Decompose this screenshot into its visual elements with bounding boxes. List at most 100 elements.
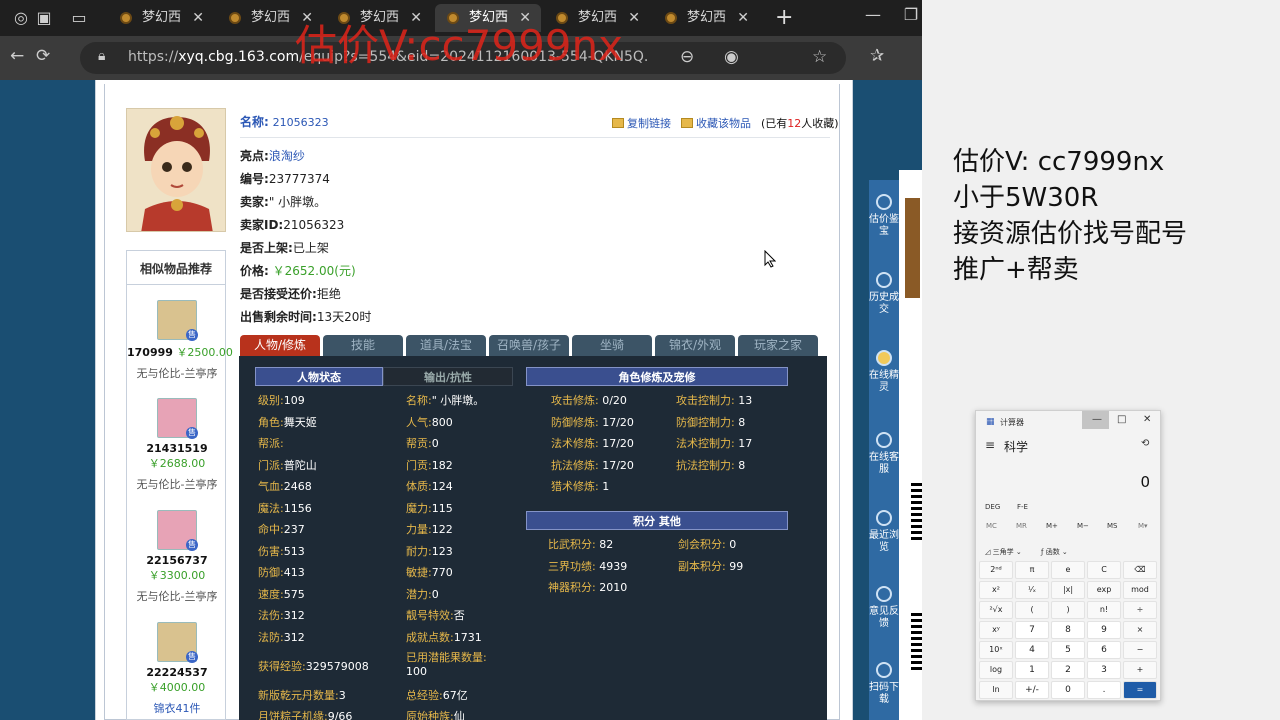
calc-key[interactable]: +/- — [1015, 681, 1049, 699]
close-icon[interactable]: ✕ — [1143, 414, 1151, 425]
recommend-item[interactable]: 售 170999 ￥2500.00 无与伦比-兰亭序 — [127, 300, 233, 381]
side-toolbar: 估价鉴宝 历史成交 在线精灵 在线客服 最近浏览 意见反馈 扫码下载 — [869, 180, 899, 720]
recommend-thumb[interactable]: 售 — [157, 510, 198, 551]
tab-summons[interactable]: 召唤兽/孩子 — [489, 335, 569, 356]
calc-key[interactable]: ln — [979, 681, 1013, 699]
calc-key[interactable]: 5 — [1051, 641, 1085, 659]
calc-key[interactable]: C — [1087, 561, 1121, 579]
tool-qr-download[interactable]: 扫码下载 — [869, 662, 899, 706]
calc-key[interactable]: log — [979, 661, 1013, 679]
profile-icon[interactable]: ◎ — [10, 7, 32, 29]
tool-online-sprite[interactable]: 在线精灵 — [869, 350, 899, 394]
refresh-icon[interactable]: ⟳ — [36, 46, 50, 66]
mlist-button[interactable]: M▾ — [1138, 522, 1148, 530]
favorite-item-button[interactable]: 收藏该物品 — [681, 115, 751, 131]
function-dropdown[interactable]: ƒ 函数 ⌄ — [1041, 547, 1068, 557]
calc-key[interactable]: 6 — [1087, 641, 1121, 659]
game-banner-image[interactable] — [905, 198, 920, 298]
calc-key[interactable]: 1 — [1015, 661, 1049, 679]
ms-button[interactable]: MS — [1107, 522, 1117, 530]
new-tab-icon[interactable]: + — [775, 5, 793, 30]
recommend-thumb[interactable]: 售 — [157, 622, 198, 663]
calc-key[interactable]: . — [1087, 681, 1121, 699]
tool-online-service[interactable]: 在线客服 — [869, 432, 899, 476]
mplus-button[interactable]: M+ — [1046, 522, 1058, 530]
favorite-star-icon[interactable]: ☆ — [812, 47, 827, 67]
tab-character[interactable]: 人物/修炼 — [240, 335, 320, 356]
calc-key[interactable]: − — [1123, 641, 1157, 659]
item-name-value[interactable]: 21056323 — [273, 116, 329, 129]
lock-icon[interactable]: 🔒︎ — [98, 48, 105, 64]
tool-recent[interactable]: 最近浏览 — [869, 510, 899, 554]
recommend-item[interactable]: 售 22224537 ￥4000.00 锦衣41件 — [127, 622, 227, 716]
calc-key[interactable]: 7 — [1015, 621, 1049, 639]
fe-button[interactable]: F-E — [1017, 503, 1028, 511]
tool-appraise[interactable]: 估价鉴宝 — [869, 194, 899, 238]
page-scroll-area[interactable] — [853, 80, 869, 720]
tab-mounts[interactable]: 坐骑 — [572, 335, 652, 356]
restore-icon[interactable]: ❐ — [900, 4, 922, 26]
calc-key[interactable]: mod — [1123, 581, 1157, 599]
copy-link-button[interactable]: 复制链接 — [612, 115, 671, 131]
tab-skills[interactable]: 技能 — [323, 335, 403, 356]
calc-key[interactable]: ⌫ — [1123, 561, 1157, 579]
zoom-icon[interactable]: ⊖ — [680, 47, 694, 67]
recommend-thumb[interactable]: 售 — [157, 300, 198, 341]
collections-icon[interactable]: ▣ — [33, 7, 55, 29]
calc-key[interactable]: ( — [1015, 601, 1049, 619]
subtab-status[interactable]: 人物状态 — [255, 367, 383, 386]
tool-history[interactable]: 历史成交 — [869, 272, 899, 316]
calc-key[interactable]: = — [1123, 681, 1157, 699]
history-icon[interactable]: ⟲ — [1141, 438, 1149, 449]
calc-key[interactable]: xʸ — [979, 621, 1013, 639]
recommend-item[interactable]: 售 22156737 ￥3300.00 无与伦比-兰亭序 — [127, 510, 227, 604]
recommend-thumb[interactable]: 售 — [157, 398, 198, 439]
tool-feedback[interactable]: 意见反馈 — [869, 586, 899, 630]
mr-button[interactable]: MR — [1016, 522, 1027, 530]
tab-outfits[interactable]: 锦衣/外观 — [655, 335, 735, 356]
calc-key[interactable]: n! — [1087, 601, 1121, 619]
calc-key[interactable]: 3 — [1087, 661, 1121, 679]
minimize-icon[interactable]: — — [1092, 414, 1102, 425]
recommend-item[interactable]: 售 21431519 ￥2688.00 无与伦比-兰亭序 — [127, 398, 227, 492]
calc-key[interactable]: 9 — [1087, 621, 1121, 639]
calc-key[interactable]: ÷ — [1123, 601, 1157, 619]
subtab-output[interactable]: 输出/抗性 — [383, 367, 513, 386]
menu-icon[interactable]: ≡ — [985, 438, 995, 452]
calc-key[interactable]: x² — [979, 581, 1013, 599]
close-tab-icon[interactable]: ✕ — [192, 4, 204, 32]
calc-key[interactable]: 10ˣ — [979, 641, 1013, 659]
calc-key[interactable]: |x| — [1051, 581, 1085, 599]
tab-home[interactable]: 玩家之家 — [738, 335, 818, 356]
calc-key[interactable]: 2ⁿᵈ — [979, 561, 1013, 579]
calc-key[interactable]: 8 — [1051, 621, 1085, 639]
close-tab-icon[interactable]: ✕ — [737, 4, 749, 32]
calc-key[interactable]: π — [1015, 561, 1049, 579]
calc-key[interactable]: ¹⁄ₓ — [1015, 581, 1049, 599]
tab-actions-icon[interactable]: ▭ — [68, 7, 90, 29]
browser-tab[interactable]: 梦幻西 ✕ — [108, 4, 214, 32]
calc-key[interactable]: 0 — [1051, 681, 1085, 699]
favorites-icon[interactable]: ✰ — [870, 46, 884, 66]
calc-key[interactable]: ²√x — [979, 601, 1013, 619]
tab-items[interactable]: 道具/法宝 — [406, 335, 486, 356]
calc-key[interactable]: 2 — [1051, 661, 1085, 679]
close-tab-icon[interactable]: ✕ — [628, 4, 640, 32]
minimize-icon[interactable]: — — [862, 4, 884, 26]
back-icon[interactable]: ← — [10, 46, 24, 66]
deg-button[interactable]: DEG — [985, 503, 1000, 511]
item-name-row: 名称: 21056323 — [240, 115, 329, 129]
calc-key[interactable]: exp — [1087, 581, 1121, 599]
calc-key[interactable]: e — [1051, 561, 1085, 579]
mminus-button[interactable]: M− — [1077, 522, 1089, 530]
maximize-icon[interactable]: □ — [1117, 414, 1126, 425]
mc-button[interactable]: MC — [986, 522, 997, 530]
highlight-link[interactable]: 浪淘纱 — [269, 149, 305, 163]
calc-key[interactable]: + — [1123, 661, 1157, 679]
trig-dropdown[interactable]: ◿ 三角学 ⌄ — [985, 547, 1022, 557]
calc-key[interactable]: × — [1123, 621, 1157, 639]
browser-tab[interactable]: 梦幻西 ✕ — [653, 4, 759, 32]
edge-icon[interactable]: ◉ — [724, 47, 739, 67]
calc-key[interactable]: ) — [1051, 601, 1085, 619]
calc-key[interactable]: 4 — [1015, 641, 1049, 659]
